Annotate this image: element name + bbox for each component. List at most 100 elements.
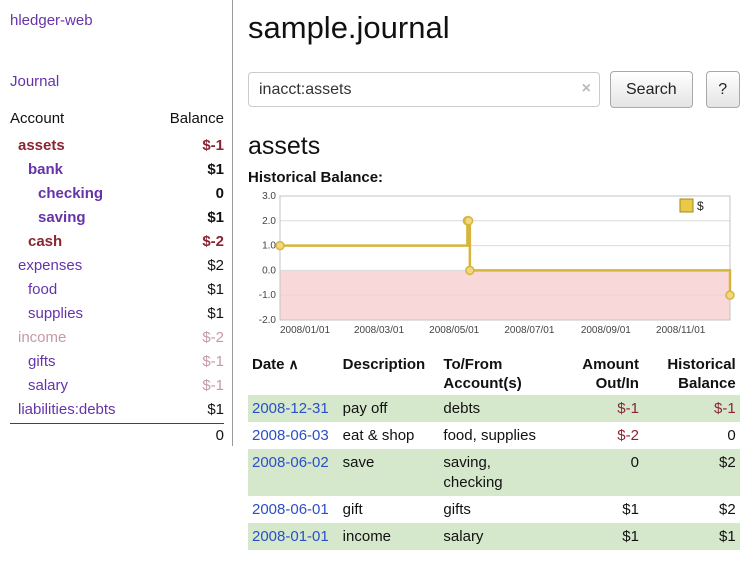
- transaction-date-link[interactable]: 2008-06-01: [252, 501, 329, 518]
- account-balance: $1: [207, 302, 224, 326]
- column-header-balance[interactable]: Historical Balance: [643, 353, 740, 395]
- app-layout: hledger-web Journal Account Balance asse…: [0, 0, 742, 550]
- x-tick-label: 2008/11/01: [656, 325, 706, 336]
- balance-chart: 3.02.01.00.0-1.0-2.02008/01/012008/03/01…: [248, 190, 738, 336]
- y-tick-label: 1.0: [262, 241, 276, 252]
- account-link[interactable]: cash: [10, 230, 62, 254]
- cell-date: 2008-06-01: [248, 496, 339, 523]
- account-row: income $-2: [10, 326, 224, 350]
- account-link[interactable]: liabilities:debts: [10, 398, 116, 422]
- page-title: sample.journal: [248, 10, 740, 46]
- sidebar-item-journal[interactable]: Journal: [10, 73, 224, 90]
- legend-label: $: [697, 199, 704, 213]
- brand-link[interactable]: hledger-web: [10, 12, 224, 29]
- cell-balance: $2: [643, 496, 740, 523]
- cell-description: save: [339, 449, 440, 496]
- cell-balance: $2: [643, 449, 740, 496]
- account-link[interactable]: gifts: [10, 350, 56, 374]
- account-row: expenses $2: [10, 254, 224, 278]
- search-button[interactable]: Search: [610, 71, 693, 108]
- cell-amount: 0: [556, 449, 643, 496]
- transaction-date-link[interactable]: 2008-06-03: [252, 427, 329, 444]
- account-balance: $1: [207, 278, 224, 302]
- cell-accounts: salary: [439, 523, 556, 550]
- column-header-description[interactable]: Description: [339, 353, 440, 395]
- accounts-total-value: 0: [216, 424, 224, 448]
- cell-amount: $-2: [556, 422, 643, 449]
- register-row: 2008-06-02 savesaving, checking0$2: [248, 449, 740, 496]
- sort-ascending-icon: ∧: [289, 356, 299, 372]
- y-tick-label: -2.0: [259, 315, 277, 326]
- data-point-marker: [726, 291, 734, 299]
- transaction-date-link[interactable]: 2008-06-02: [252, 454, 329, 471]
- cell-amount: $1: [556, 523, 643, 550]
- account-link[interactable]: assets: [10, 134, 65, 158]
- account-link[interactable]: bank: [10, 158, 63, 182]
- cell-date: 2008-01-01: [248, 523, 339, 550]
- account-link[interactable]: salary: [10, 374, 68, 398]
- account-balance: $-1: [202, 134, 224, 158]
- transaction-date-link[interactable]: 2008-12-31: [252, 400, 329, 417]
- account-link[interactable]: supplies: [10, 302, 83, 326]
- accounts-header-account: Account: [10, 110, 64, 127]
- accounts-header: Account Balance: [10, 108, 224, 134]
- account-row: cash $-2: [10, 230, 224, 254]
- y-tick-label: -1.0: [259, 290, 277, 301]
- date-header-label: Date: [252, 356, 285, 373]
- x-tick-label: 2008/01/01: [280, 325, 330, 336]
- chart-title: Historical Balance:: [248, 169, 740, 186]
- x-tick-label: 2008/03/01: [354, 325, 404, 336]
- account-balance: $1: [207, 158, 224, 182]
- register-table: Date∧ Description To/From Account(s) Amo…: [248, 353, 740, 550]
- cell-balance: $1: [643, 523, 740, 550]
- account-link[interactable]: expenses: [10, 254, 82, 278]
- cell-amount: $-1: [556, 395, 643, 422]
- cell-accounts: food, supplies: [439, 422, 556, 449]
- column-header-accounts[interactable]: To/From Account(s): [439, 353, 556, 395]
- cell-description: pay off: [339, 395, 440, 422]
- register-row: 2008-12-31pay offdebts$-1$-1: [248, 395, 740, 422]
- register-header-row: Date∧ Description To/From Account(s) Amo…: [248, 353, 740, 395]
- account-heading: assets: [248, 132, 740, 161]
- x-tick-label: 2008/07/01: [504, 325, 554, 336]
- register-row: 2008-01-01incomesalary$1$1: [248, 523, 740, 550]
- cell-amount: $1: [556, 496, 643, 523]
- help-button[interactable]: ?: [706, 71, 740, 108]
- cell-date: 2008-06-03: [248, 422, 339, 449]
- account-row: checking 0: [10, 182, 224, 206]
- account-balance: $-1: [202, 350, 224, 374]
- search-input[interactable]: [248, 72, 600, 107]
- account-balance: $-2: [202, 230, 224, 254]
- register-body: 2008-12-31pay offdebts$-1$-12008-06-03ea…: [248, 395, 740, 550]
- account-balance: $-1: [202, 374, 224, 398]
- accounts-total-row: 0: [10, 423, 224, 448]
- column-header-amount[interactable]: Amount Out/In: [556, 353, 643, 395]
- account-link[interactable]: income: [10, 326, 66, 350]
- cell-accounts: gifts: [439, 496, 556, 523]
- cell-description: eat & shop: [339, 422, 440, 449]
- cell-date: 2008-12-31: [248, 395, 339, 422]
- account-row: liabilities:debts$1: [10, 398, 224, 422]
- cell-date: 2008-06-02: [248, 449, 339, 496]
- register-row: 2008-06-01 giftgifts$1$2: [248, 496, 740, 523]
- y-tick-label: 3.0: [262, 191, 276, 202]
- account-link[interactable]: checking: [10, 182, 103, 206]
- data-point-marker: [466, 266, 474, 274]
- cell-accounts: saving, checking: [439, 449, 556, 496]
- account-balance: $2: [207, 254, 224, 278]
- transaction-date-link[interactable]: 2008-01-01: [252, 528, 329, 545]
- data-point-marker: [465, 217, 473, 225]
- account-link[interactable]: food: [10, 278, 57, 302]
- account-balance: $-2: [202, 326, 224, 350]
- account-row: gifts $-1: [10, 350, 224, 374]
- account-row: bank $1: [10, 158, 224, 182]
- cell-description: gift: [339, 496, 440, 523]
- sidebar: hledger-web Journal Account Balance asse…: [0, 0, 233, 446]
- account-link[interactable]: saving: [10, 206, 86, 230]
- cell-balance: 0: [643, 422, 740, 449]
- column-header-date[interactable]: Date∧: [248, 353, 339, 395]
- account-balance: $1: [207, 206, 224, 230]
- account-balance: 0: [216, 182, 224, 206]
- clear-search-icon[interactable]: ×: [582, 80, 591, 98]
- register-row: 2008-06-03 eat & shopfood, supplies$-20: [248, 422, 740, 449]
